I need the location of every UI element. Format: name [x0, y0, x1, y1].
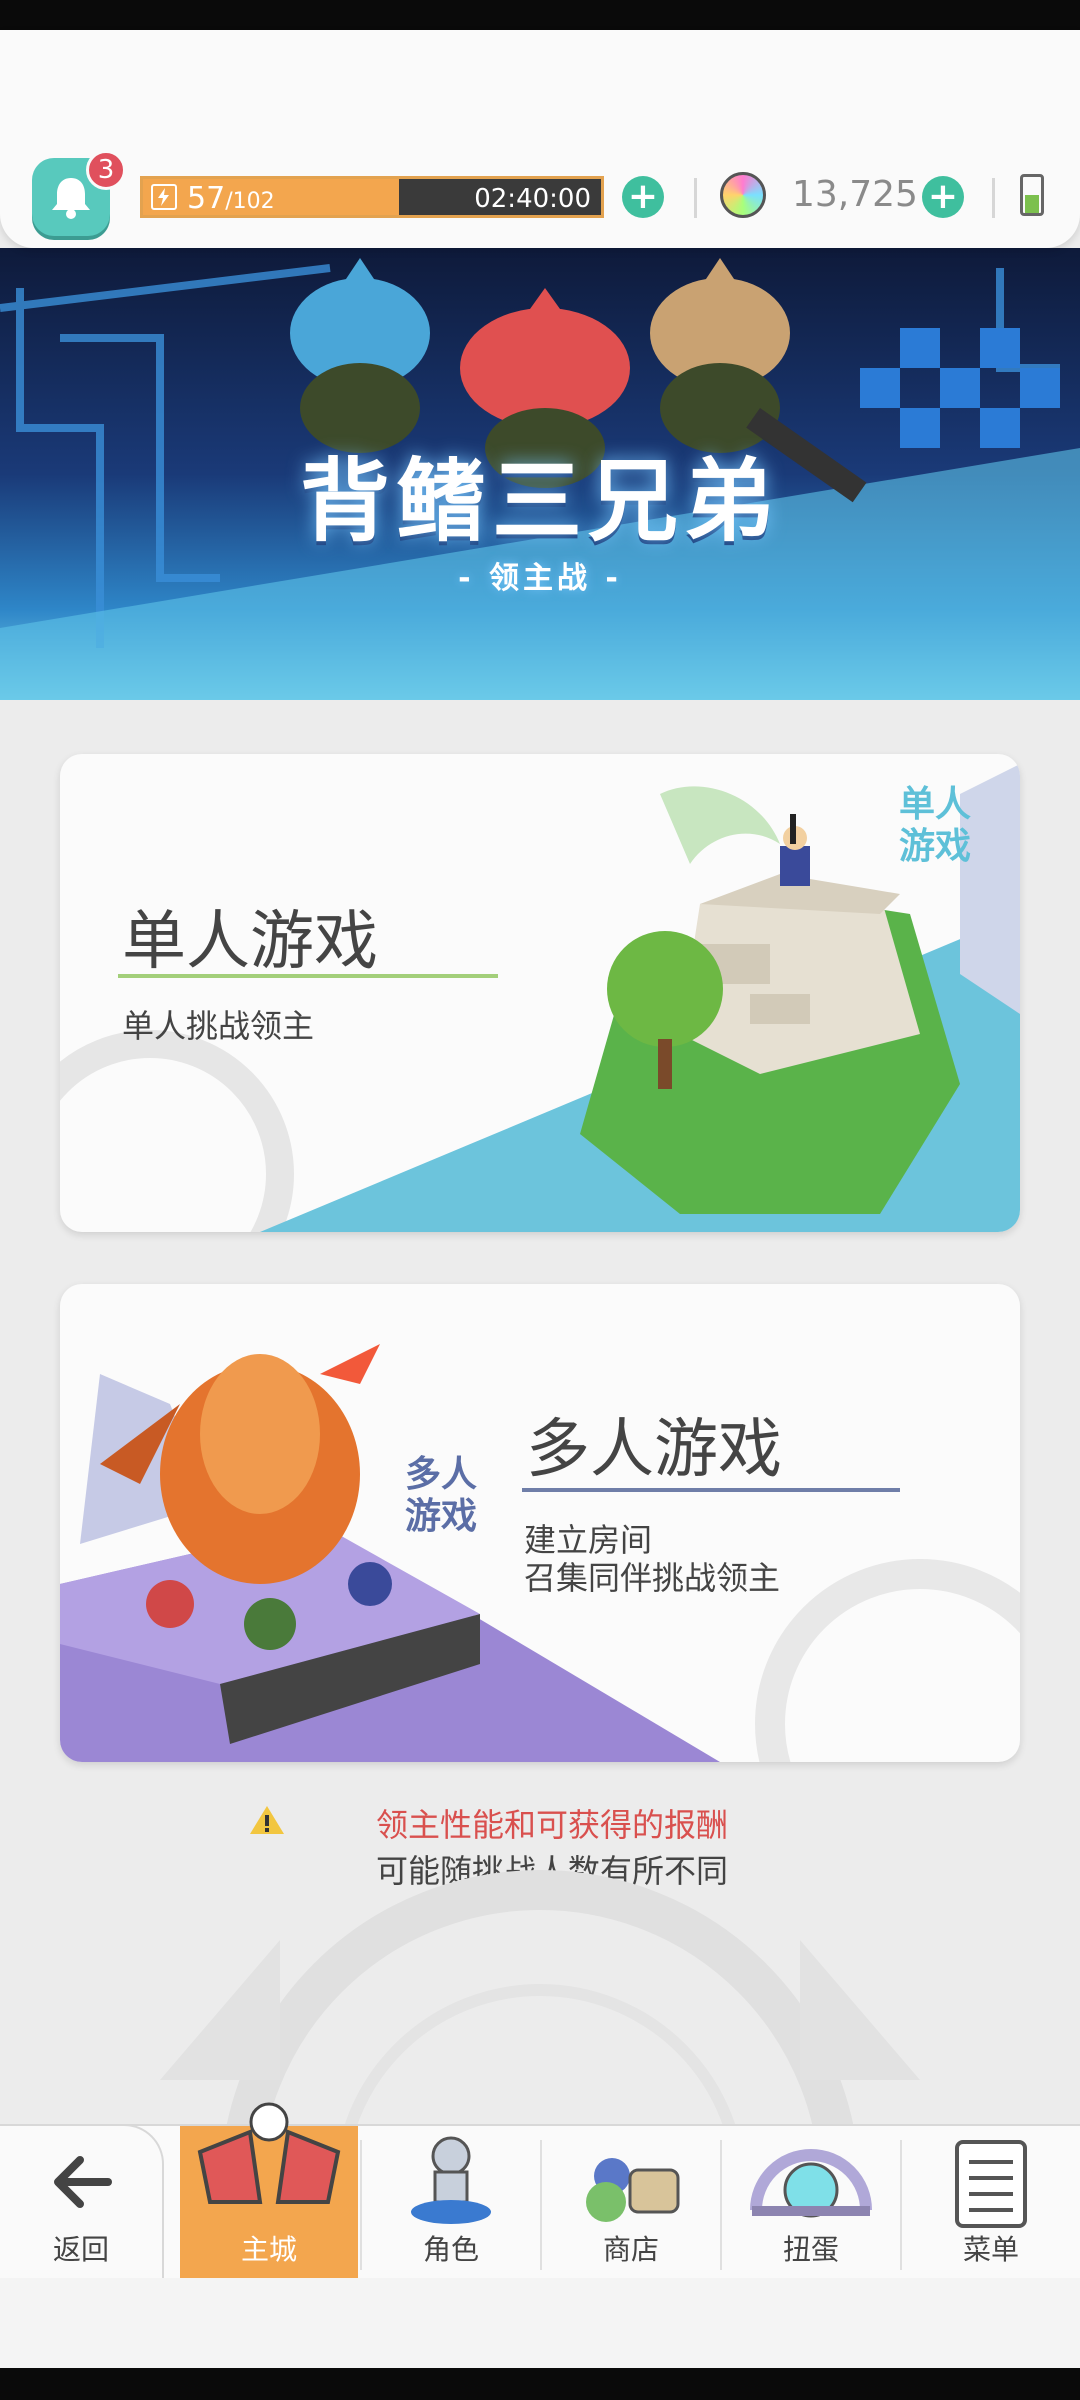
- battery-icon: [1020, 174, 1044, 216]
- boss-subtitle: - 领主战 -: [458, 561, 622, 596]
- single-player-card[interactable]: 单人游戏 单人挑战领主 单人 游戏: [60, 754, 1020, 1232]
- system-navigation-area: [0, 2278, 1080, 2368]
- system-status-bar: [0, 0, 1080, 30]
- multiplayer-card[interactable]: 多人 游戏 多人游戏 建立房间 召集同伴挑战领主: [60, 1284, 1020, 1762]
- nav-characters-label: 角色: [422, 2233, 479, 2266]
- energy-bar: 57/102 02:40:00: [140, 176, 604, 218]
- plus-icon: +: [627, 176, 659, 217]
- multiplayer-badge: 多人 游戏: [404, 1454, 477, 1537]
- multiplayer-underline: [522, 1488, 900, 1492]
- boss-title: 背鳍三兄弟: [300, 449, 780, 554]
- menu-icon: [955, 2140, 1027, 2228]
- header-divider: [992, 178, 995, 218]
- energy-timer: 02:40:00: [474, 184, 591, 214]
- battery-fill: [1025, 195, 1039, 213]
- single-player-title: 单人游戏: [122, 905, 378, 979]
- nav-gacha[interactable]: 扭蛋: [722, 2126, 900, 2278]
- nav-shop[interactable]: 商店: [542, 2126, 720, 2278]
- nav-main-city[interactable]: 主城: [180, 2102, 358, 2278]
- bell-icon: [52, 178, 90, 219]
- single-player-description: 单人挑战领主: [122, 1007, 315, 1045]
- energy-count: 57/102: [187, 181, 275, 216]
- gem-count: 13,725: [792, 174, 918, 215]
- nav-menu-label: 菜单: [962, 2233, 1019, 2266]
- shop-icon: [586, 2158, 680, 2222]
- nav-main-city-label: 主城: [240, 2233, 297, 2266]
- character-icon: [411, 2136, 491, 2224]
- lightning-icon: [151, 184, 177, 210]
- nav-shop-label: 商店: [602, 2233, 659, 2266]
- notification-badge: 3: [86, 150, 126, 190]
- single-player-badge: 单人 游戏: [898, 784, 971, 867]
- add-gems-button[interactable]: +: [922, 176, 964, 218]
- nav-gacha-label: 扭蛋: [782, 2233, 839, 2266]
- header-divider: [694, 178, 697, 218]
- back-button[interactable]: 返回: [0, 2124, 164, 2280]
- notice-line-1: 领主性能和可获得的报酬: [376, 1806, 729, 1844]
- boss-banner[interactable]: 背鳍三兄弟 - 领主战 -: [0, 248, 1080, 700]
- back-label: 返回: [52, 2233, 109, 2266]
- energy-max: /102: [225, 189, 275, 214]
- plus-icon: +: [927, 176, 959, 217]
- system-bottom-bar: [0, 2368, 1080, 2400]
- multiplayer-description-2: 召集同伴挑战领主: [524, 1559, 781, 1597]
- gem-icon: [720, 172, 766, 218]
- single-player-underline: [118, 974, 498, 978]
- warning-icon: [250, 1806, 284, 1834]
- add-energy-button[interactable]: +: [622, 176, 664, 218]
- multiplayer-title: 多人游戏: [526, 1413, 782, 1487]
- gacha-icon: [750, 2149, 872, 2218]
- energy-current: 57: [187, 181, 226, 216]
- multiplayer-description-1: 建立房间: [524, 1521, 653, 1559]
- nav-characters[interactable]: 角色: [362, 2126, 540, 2278]
- main-city-icon: [197, 2102, 341, 2204]
- arrow-left-icon: [54, 2156, 112, 2208]
- nav-menu[interactable]: 菜单: [902, 2126, 1080, 2278]
